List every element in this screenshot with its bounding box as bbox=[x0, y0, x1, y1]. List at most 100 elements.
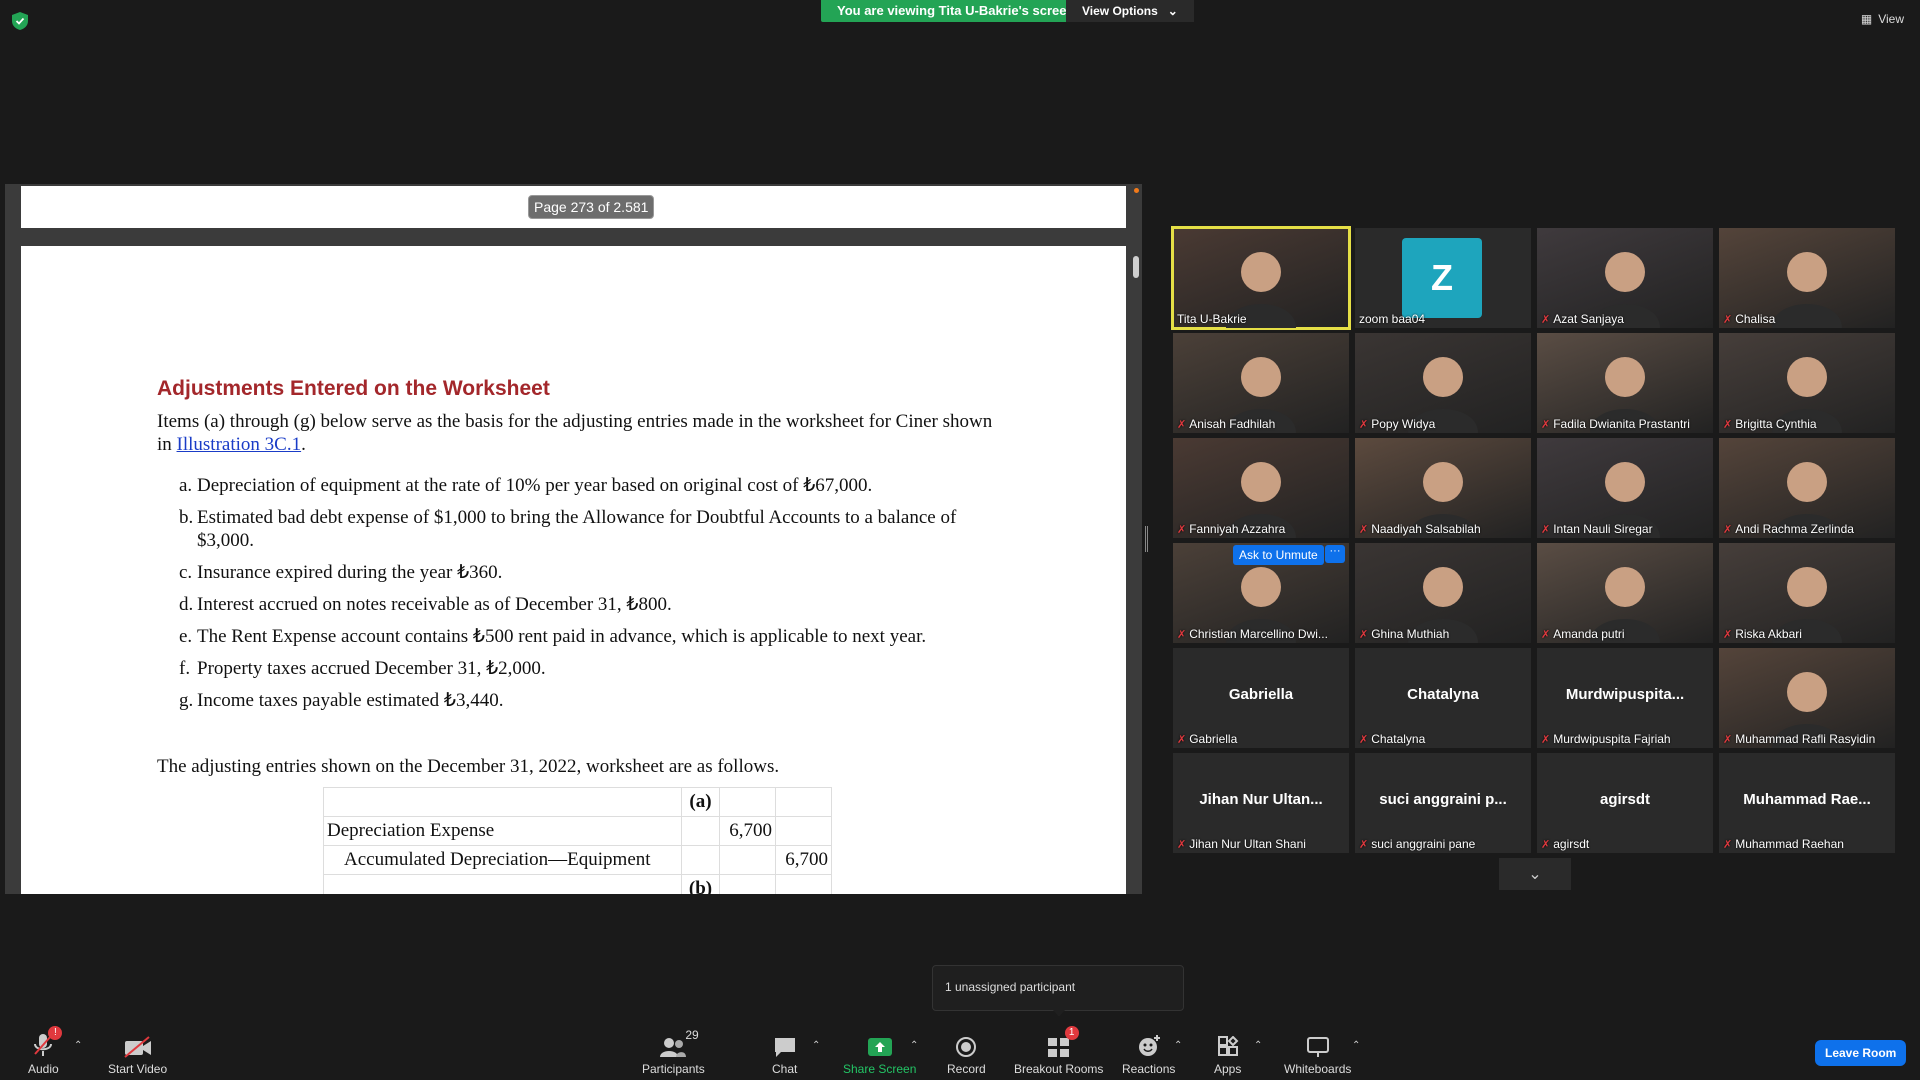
item-text: Income taxes payable estimated ₺3,440. bbox=[197, 690, 504, 711]
whiteboards-options-caret-icon[interactable]: ⌃ bbox=[1352, 1040, 1360, 1051]
participant-name: Naadiyah Salsabilah bbox=[1371, 522, 1481, 536]
pdf-scrollbar[interactable] bbox=[1133, 256, 1139, 278]
participant-name-label: ✗ Fadila Dwianita Prastantri bbox=[1541, 417, 1690, 431]
shared-screen: Page 273 of 2.581 Adjustments Entered on… bbox=[5, 184, 1142, 894]
participant-tile[interactable]: ✗ Intan Nauli Siregar bbox=[1537, 438, 1713, 538]
participant-tile[interactable]: ✗ Muhammad Rafli Rasyidin bbox=[1719, 648, 1895, 748]
participant-display-name: Chatalyna bbox=[1407, 686, 1479, 703]
reactions-button[interactable]: Reactions bbox=[1122, 1030, 1175, 1076]
participant-tile[interactable]: Murdwipuspita... ✗ Murdwipuspita Fajriah bbox=[1537, 648, 1713, 748]
participant-name-label: ✗ Chatalyna bbox=[1359, 732, 1425, 746]
chevron-down-icon: ⌄ bbox=[1528, 866, 1542, 883]
participant-tile[interactable]: agirsdt ✗ agirsdt bbox=[1537, 753, 1713, 853]
list-item: d. Interest accrued on notes receivable a… bbox=[179, 593, 999, 616]
item-letter: e. bbox=[179, 626, 193, 647]
panel-resize-handle[interactable] bbox=[1145, 526, 1148, 552]
participant-name: zoom baa04 bbox=[1359, 312, 1426, 326]
gallery-next-page-button[interactable]: ⌄ bbox=[1499, 858, 1571, 890]
reactions-options-caret-icon[interactable]: ⌃ bbox=[1174, 1040, 1182, 1051]
participant-tile[interactable]: Gabriella ✗ Gabriella bbox=[1173, 648, 1349, 748]
account-name: Accumulated Depreciation—Equipment bbox=[323, 845, 682, 875]
participant-tile[interactable]: ✗ Chalisa bbox=[1719, 228, 1895, 328]
participant-tile[interactable]: Tita U-Bakrie bbox=[1171, 226, 1351, 330]
participant-name: Anisah Fadhilah bbox=[1189, 417, 1276, 431]
account-name: Depreciation Expense bbox=[323, 816, 682, 846]
participant-name: Muhammad Raehan bbox=[1735, 837, 1844, 851]
list-item: f. Property taxes accrued December 31, ₺2… bbox=[179, 657, 999, 680]
participant-tile[interactable]: Zzoom baa04 bbox=[1355, 228, 1531, 328]
participant-name: Jihan Nur Ultan Shani bbox=[1189, 837, 1306, 851]
share-screen-label: Share Screen bbox=[843, 1062, 917, 1076]
participant-name: Amanda putri bbox=[1553, 627, 1625, 641]
item-text: Estimated bad debt expense of $1,000 to … bbox=[197, 507, 957, 551]
participant-tile[interactable]: ✗ Azat Sanjaya bbox=[1537, 228, 1713, 328]
unassigned-participant-notice[interactable]: 1 unassigned participant bbox=[932, 965, 1184, 1011]
breakout-rooms-button[interactable]: 1 Breakout Rooms bbox=[1014, 1026, 1103, 1076]
participant-tile[interactable]: ✗ Fadila Dwianita Prastantri bbox=[1537, 333, 1713, 433]
table-row: Accumulated Depreciation—Equipment 6,700 bbox=[323, 845, 832, 875]
item-letter: g. bbox=[179, 690, 194, 711]
adjustment-items-list: a. Depreciation of equipment at the rate … bbox=[179, 474, 999, 721]
participant-name-label: ✗ Muhammad Raehan bbox=[1723, 837, 1844, 851]
section-heading: Adjustments Entered on the Worksheet bbox=[157, 377, 550, 400]
participant-tile[interactable]: ✗ Christian Marcellino Dwi... Ask to Unmut… bbox=[1173, 543, 1349, 643]
share-screen-button[interactable]: Share Screen bbox=[843, 1030, 916, 1076]
participant-tile[interactable]: Muhammad Rae... ✗ Muhammad Raehan bbox=[1719, 753, 1895, 853]
closing-paragraph: The adjusting entries shown on the Decem… bbox=[157, 756, 780, 777]
more-options-button[interactable]: ··· bbox=[1325, 545, 1345, 563]
participant-tile[interactable]: ✗ Naadiyah Salsabilah bbox=[1355, 438, 1531, 538]
participant-tile[interactable]: ✗ Anisah Fadhilah bbox=[1173, 333, 1349, 433]
participant-name: Azat Sanjaya bbox=[1553, 312, 1624, 326]
participant-name: Christian Marcellino Dwi... bbox=[1189, 627, 1328, 641]
participant-tile[interactable]: ✗ Popy Widya bbox=[1355, 333, 1531, 433]
audio-label: Audio bbox=[28, 1062, 59, 1076]
view-button[interactable]: ▦ View bbox=[1861, 12, 1904, 26]
audio-alert-badge: ! bbox=[48, 1026, 63, 1040]
view-label: View bbox=[1878, 12, 1904, 26]
participant-name-label: ✗ Ghina Muthiah bbox=[1359, 627, 1449, 641]
whiteboards-label: Whiteboards bbox=[1284, 1062, 1352, 1076]
participants-button[interactable]: 29 Participants bbox=[642, 1028, 705, 1076]
chat-options-caret-icon[interactable]: ⌃ bbox=[812, 1040, 820, 1051]
participant-name-label: ✗ Brigitta Cynthia bbox=[1723, 417, 1817, 431]
participant-tile[interactable]: Chatalyna ✗ Chatalyna bbox=[1355, 648, 1531, 748]
list-item: c. Insurance expired during the year ₺360… bbox=[179, 561, 999, 584]
participant-name-label: zoom baa04 bbox=[1359, 312, 1425, 326]
start-video-button[interactable]: Start Video bbox=[108, 1030, 167, 1076]
record-button[interactable]: Record bbox=[947, 1030, 986, 1076]
audio-options-caret-icon[interactable]: ⌃ bbox=[74, 1040, 82, 1051]
audio-button[interactable]: ! Audio bbox=[28, 1026, 63, 1076]
participant-tile[interactable]: ✗ Andi Rachma Zerlinda bbox=[1719, 438, 1895, 538]
participant-name: Fanniyah Azzahra bbox=[1189, 522, 1286, 536]
participant-tile[interactable]: Jihan Nur Ultan... ✗ Jihan Nur Ultan Shani bbox=[1173, 753, 1349, 853]
security-shield-icon[interactable] bbox=[12, 12, 28, 30]
muted-mic-icon: ✗ bbox=[1541, 418, 1551, 431]
table-row: (b) bbox=[323, 874, 832, 894]
muted-mic-icon: ✗ bbox=[1177, 523, 1187, 536]
start-video-label: Start Video bbox=[108, 1062, 168, 1076]
participant-tile[interactable]: ✗ Riska Akbari bbox=[1719, 543, 1895, 643]
participant-display-name: Muhammad Rae... bbox=[1743, 791, 1871, 808]
apps-options-caret-icon[interactable]: ⌃ bbox=[1254, 1040, 1262, 1051]
muted-mic-icon: ✗ bbox=[1723, 523, 1733, 536]
leave-room-button[interactable]: Leave Room bbox=[1815, 1040, 1907, 1066]
participant-name: Chalisa bbox=[1735, 312, 1776, 326]
participant-tile[interactable]: ✗ Ghina Muthiah bbox=[1355, 543, 1531, 643]
participant-tile[interactable]: ✗ Fanniyah Azzahra bbox=[1173, 438, 1349, 538]
share-options-caret-icon[interactable]: ⌃ bbox=[910, 1040, 918, 1051]
participant-name-label: ✗ Murdwipuspita Fajriah bbox=[1541, 732, 1671, 746]
whiteboards-button[interactable]: Whiteboards bbox=[1284, 1030, 1351, 1076]
participant-tile[interactable]: ✗ Brigitta Cynthia bbox=[1719, 333, 1895, 433]
participant-name-label: ✗ Anisah Fadhilah bbox=[1177, 417, 1275, 431]
chat-button[interactable]: Chat bbox=[772, 1030, 797, 1076]
ask-to-unmute-button[interactable]: Ask to Unmute bbox=[1233, 545, 1324, 565]
participant-name: Murdwipuspita Fajriah bbox=[1553, 732, 1671, 746]
view-options-button[interactable]: View Options ⌄ bbox=[1066, 0, 1194, 22]
participant-tile[interactable]: ✗ Amanda putri bbox=[1537, 543, 1713, 643]
apps-button[interactable]: Apps bbox=[1214, 1030, 1241, 1076]
participant-name: suci anggraini pane bbox=[1371, 837, 1476, 851]
participant-tile[interactable]: suci anggraini p... ✗ suci anggraini pane bbox=[1355, 753, 1531, 853]
participant-name: Brigitta Cynthia bbox=[1735, 417, 1817, 431]
illustration-link[interactable]: Illustration 3C.1 bbox=[177, 434, 302, 455]
view-options-label: View Options bbox=[1082, 4, 1158, 18]
